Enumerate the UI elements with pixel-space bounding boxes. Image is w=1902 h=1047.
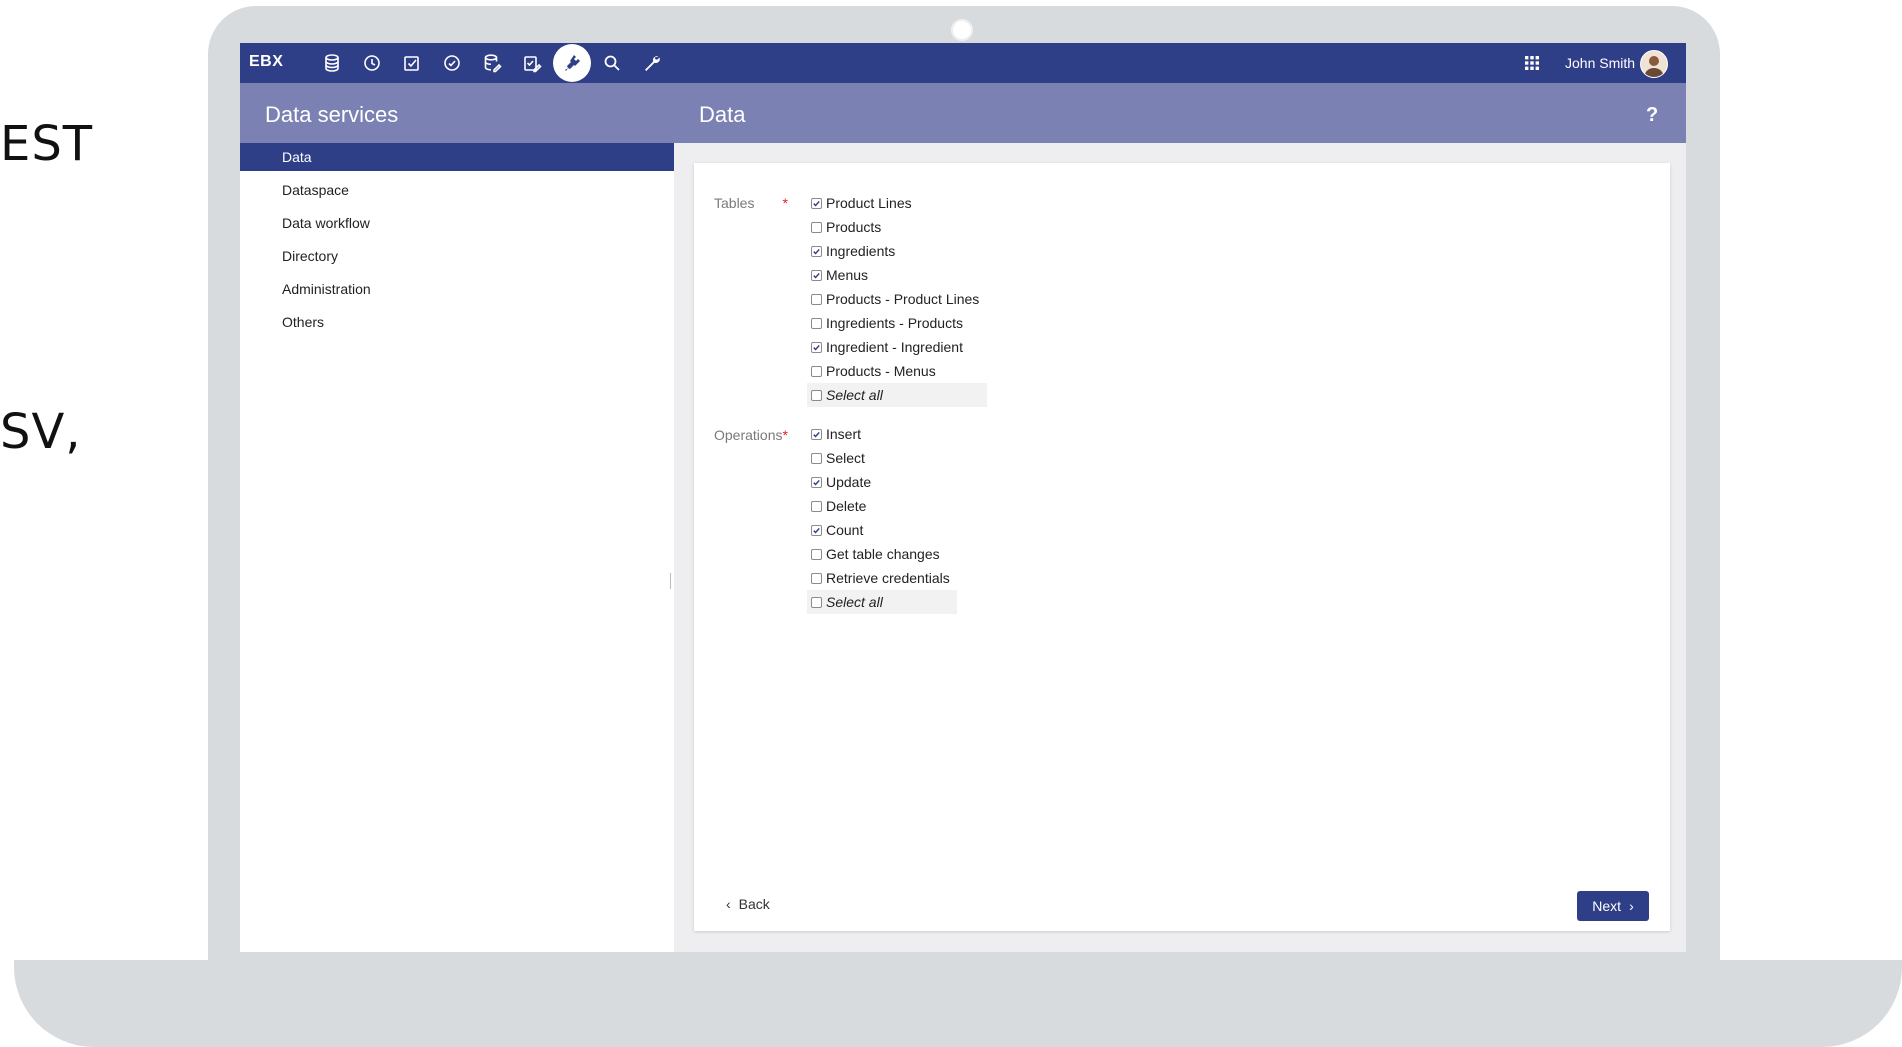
checkbox-label: Ingredients - Products (826, 315, 963, 331)
checkbox-label: Select (826, 450, 865, 466)
checkbox-label: Select all (826, 594, 883, 610)
sidebar-title: Data services (265, 102, 399, 127)
laptop-screen: EBX John Smith Data services Data ? Data… (240, 43, 1686, 952)
checkbox-label: Update (826, 474, 872, 490)
brand-logo[interactable]: EBX (249, 53, 283, 71)
checkbox-label: Ingredient - Ingredient (826, 339, 963, 355)
checkbox-row[interactable]: Ingredient - Ingredient (811, 335, 963, 359)
checked-checkbox-icon[interactable] (811, 341, 822, 353)
sidebar-item-others[interactable]: Others (240, 308, 674, 336)
checkbox-row[interactable]: Update (811, 470, 871, 494)
search-icon[interactable] (592, 43, 632, 83)
operations-label-text: Operations (714, 427, 783, 443)
select-all-checkbox[interactable]: Select all (807, 590, 957, 614)
plug-icon[interactable] (552, 43, 592, 83)
checkbox-label: Products (826, 219, 882, 235)
checkbox-row[interactable]: Products - Menus (811, 359, 936, 383)
checkbox-row[interactable]: Product Lines (811, 191, 912, 215)
checkbox-label: Count (826, 522, 864, 538)
checkbox-icon[interactable] (811, 221, 822, 233)
checkbox-icon[interactable] (811, 389, 822, 401)
help-button[interactable]: ? (1646, 104, 1658, 127)
database-icon[interactable] (312, 43, 352, 83)
clock-icon[interactable] (352, 43, 392, 83)
main-panel: Tables * Product Lines Products Ingredients… (674, 143, 1686, 952)
required-mark: * (782, 195, 788, 211)
checkbox-label: Product Lines (826, 195, 912, 211)
checkbox-row[interactable]: Products (811, 215, 881, 239)
next-label: Next (1592, 898, 1622, 914)
checkbox-row[interactable]: Ingredients - Products (811, 311, 963, 335)
sidebar-item-dataspace[interactable]: Dataspace (240, 176, 674, 204)
checkbox-icon[interactable] (811, 365, 822, 377)
task-icon[interactable] (392, 43, 432, 83)
wrench-icon[interactable] (632, 43, 672, 83)
next-button[interactable]: Next › (1577, 891, 1649, 921)
chevron-left-icon: ‹ (726, 896, 731, 912)
back-button[interactable]: ‹ Back (726, 896, 770, 912)
select-all-checkbox[interactable]: Select all (807, 383, 987, 407)
checkbox-label: Retrieve credentials (826, 570, 950, 586)
checkbox-icon[interactable] (811, 500, 822, 512)
check-circle-icon[interactable] (432, 43, 472, 83)
checkbox-row[interactable]: Delete (811, 494, 866, 518)
back-label: Back (738, 896, 770, 912)
checkbox-label: Products - Menus (826, 363, 936, 379)
camera (951, 19, 973, 41)
toolbar-icons (312, 43, 672, 83)
avatar[interactable] (1640, 50, 1668, 78)
checkbox-label: Ingredients (826, 243, 896, 259)
sidebar: Data Dataspace Data workflow Directory A… (240, 143, 676, 952)
checkbox-row[interactable]: Ingredients (811, 239, 895, 263)
database-edit-icon[interactable] (472, 43, 512, 83)
checklist-edit-icon[interactable] (512, 43, 552, 83)
checkbox-icon[interactable] (811, 596, 822, 608)
tables-label-text: Tables (714, 195, 755, 211)
checked-checkbox-icon[interactable] (811, 245, 822, 257)
top-bar: EBX John Smith (240, 43, 1686, 83)
checkbox-row[interactable]: Retrieve credentials (811, 566, 950, 590)
background-text-1: EST (0, 116, 94, 172)
checkbox-row[interactable]: Menus (811, 263, 868, 287)
checked-checkbox-icon[interactable] (811, 428, 822, 440)
checkbox-icon[interactable] (811, 572, 822, 584)
checked-checkbox-icon[interactable] (811, 476, 822, 488)
sidebar-item-data-workflow[interactable]: Data workflow (240, 209, 674, 237)
checkbox-label: Insert (826, 426, 862, 442)
sidebar-item-administration[interactable]: Administration (240, 275, 674, 303)
user-name[interactable]: John Smith (1565, 55, 1635, 71)
required-mark: * (782, 427, 788, 443)
checkbox-label: Delete (826, 498, 867, 514)
checkbox-row[interactable]: Count (811, 518, 863, 542)
apps-grid-icon[interactable] (1522, 53, 1542, 73)
tables-label: Tables * (714, 195, 788, 211)
checkbox-row[interactable]: Select (811, 446, 865, 470)
checkbox-label: Get table changes (826, 546, 940, 562)
laptop-base (14, 960, 1902, 1047)
checkbox-row[interactable]: Get table changes (811, 542, 940, 566)
checkbox-label: Select all (826, 387, 883, 403)
checkbox-icon[interactable] (811, 548, 822, 560)
checkbox-label: Menus (826, 267, 869, 283)
chevron-right-icon: › (1629, 898, 1634, 914)
checkbox-icon[interactable] (811, 452, 822, 464)
operations-label: Operations* (714, 427, 788, 443)
section-header: Data services Data ? (240, 83, 1686, 143)
sidebar-item-data[interactable]: Data (240, 143, 674, 171)
checkbox-icon[interactable] (811, 293, 822, 305)
checkbox-icon[interactable] (811, 317, 822, 329)
checked-checkbox-icon[interactable] (811, 269, 822, 281)
checkbox-label: Products - Product Lines (826, 291, 980, 307)
checked-checkbox-icon[interactable] (811, 197, 822, 209)
checked-checkbox-icon[interactable] (811, 524, 822, 536)
checkbox-row[interactable]: Insert (811, 422, 861, 446)
background-text-2: SV, (0, 404, 82, 460)
page-title: Data (699, 102, 746, 127)
form-card: Tables * Product Lines Products Ingredients… (694, 163, 1670, 931)
sidebar-item-directory[interactable]: Directory (240, 242, 674, 270)
checkbox-row[interactable]: Products - Product Lines (811, 287, 979, 311)
